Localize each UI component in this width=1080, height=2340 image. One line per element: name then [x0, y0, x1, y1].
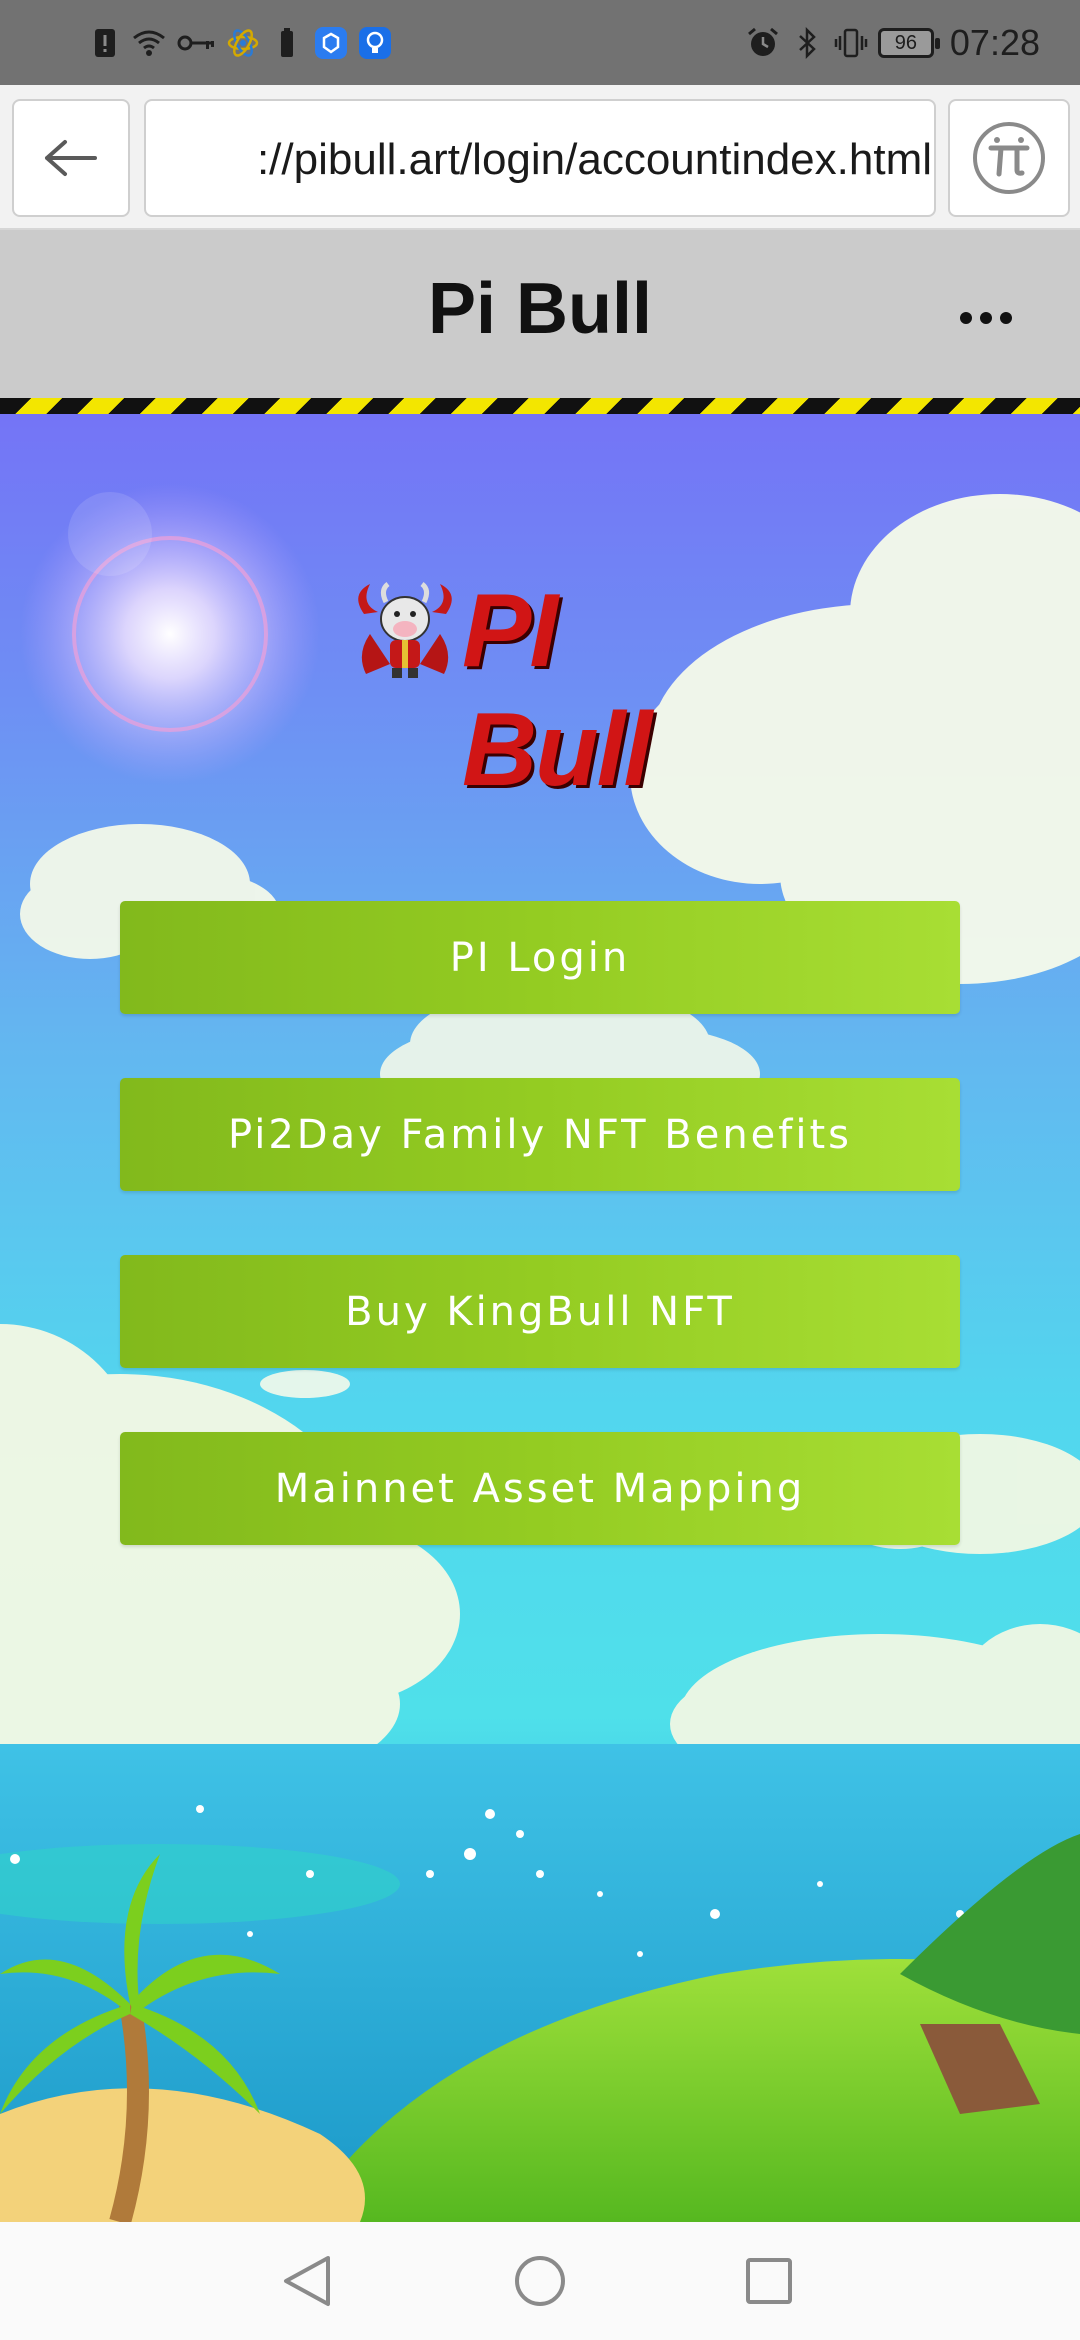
main-scene: PI Bull PI Login Pi2Day Family NFT Benef…	[0, 414, 1080, 2222]
battery-level: 96	[894, 31, 918, 54]
app-header: Pi Bull	[0, 230, 1080, 398]
atom-icon	[227, 29, 259, 57]
battery-saver-icon	[281, 28, 293, 57]
nft-benefits-button[interactable]: Pi2Day Family NFT Benefits	[120, 1078, 960, 1191]
back-button[interactable]	[12, 99, 130, 217]
logo-text: PI Bull	[462, 573, 652, 808]
pi-login-button[interactable]: PI Login	[120, 901, 960, 1014]
key-icon	[177, 35, 214, 51]
app-icon	[315, 27, 347, 59]
alarm-icon	[747, 27, 778, 56]
page-title: Pi Bull	[427, 269, 652, 349]
more-options-icon[interactable]	[956, 308, 1016, 328]
vibrate-icon	[834, 28, 868, 58]
bull-mascot-icon	[358, 582, 452, 678]
wifi-icon	[133, 30, 165, 56]
pi-logo-icon	[973, 122, 1045, 194]
arrow-left-icon	[45, 140, 97, 176]
url-text: ://pibull.art/login/accountindex.html	[256, 135, 932, 184]
nav-back-icon[interactable]	[284, 2256, 330, 2306]
status-bar: 96 07:28	[0, 0, 1080, 85]
battery-indicator: 96	[877, 28, 940, 58]
buy-kingbull-nft-button[interactable]: Buy KingBull NFT	[120, 1255, 960, 1368]
mainnet-asset-mapping-button[interactable]: Mainnet Asset Mapping	[120, 1432, 960, 1545]
pi-bull-logo: PI Bull	[350, 573, 730, 808]
status-left-icons	[88, 22, 392, 64]
address-bar[interactable]: ://pibull.art/login/accountindex.html	[144, 99, 936, 217]
alert-icon	[95, 29, 115, 57]
nav-home-icon[interactable]	[515, 2256, 565, 2306]
bluetooth-icon	[799, 26, 816, 60]
clock: 07:28	[949, 22, 1040, 63]
bulb-icon	[359, 27, 391, 59]
hazard-stripe-divider	[0, 398, 1080, 414]
nav-recents-icon[interactable]	[746, 2258, 792, 2304]
status-right-icons: 96 07:28	[746, 18, 1040, 68]
browser-bar: ://pibull.art/login/accountindex.html	[0, 85, 1080, 230]
pi-browser-button[interactable]	[948, 99, 1070, 217]
system-nav-bar	[0, 2222, 1080, 2340]
